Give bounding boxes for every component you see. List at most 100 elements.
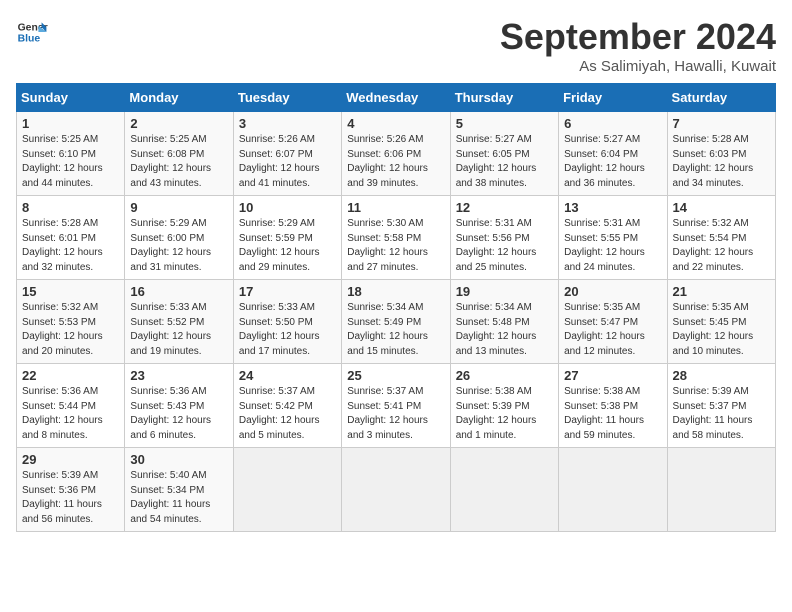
calendar-cell: 22 Sunrise: 5:36 AMSunset: 5:44 PMDayligh… <box>17 364 125 448</box>
calendar-cell: 4 Sunrise: 5:26 AMSunset: 6:06 PMDaylight… <box>342 112 450 196</box>
day-detail: Sunrise: 5:32 AMSunset: 5:54 PMDaylight:… <box>673 217 770 275</box>
day-detail: Sunrise: 5:29 AMSunset: 6:00 PMDaylight:… <box>130 217 227 275</box>
day-detail: Sunrise: 5:25 AMSunset: 6:10 PMDaylight:… <box>22 133 119 191</box>
calendar-week: 15 Sunrise: 5:32 AMSunset: 5:53 PMDayligh… <box>17 280 776 364</box>
month-title: September 2024 <box>500 16 776 58</box>
day-detail: Sunrise: 5:34 AMSunset: 5:49 PMDaylight:… <box>347 301 444 359</box>
calendar-week: 29 Sunrise: 5:39 AMSunset: 5:36 PMDayligh… <box>17 448 776 532</box>
header-day: Sunday <box>17 84 125 112</box>
header-day: Wednesday <box>342 84 450 112</box>
day-number: 15 <box>22 284 119 299</box>
day-number: 12 <box>456 200 553 215</box>
calendar-cell: 13 Sunrise: 5:31 AMSunset: 5:55 PMDayligh… <box>559 196 667 280</box>
day-detail: Sunrise: 5:40 AMSunset: 5:34 PMDaylight:… <box>130 469 227 527</box>
day-number: 6 <box>564 116 661 131</box>
day-number: 17 <box>239 284 336 299</box>
day-detail: Sunrise: 5:28 AMSunset: 6:03 PMDaylight:… <box>673 133 770 191</box>
calendar-table: SundayMondayTuesdayWednesdayThursdayFrid… <box>16 83 776 532</box>
day-detail: Sunrise: 5:30 AMSunset: 5:58 PMDaylight:… <box>347 217 444 275</box>
calendar-cell: 1 Sunrise: 5:25 AMSunset: 6:10 PMDaylight… <box>17 112 125 196</box>
day-detail: Sunrise: 5:37 AMSunset: 5:42 PMDaylight:… <box>239 385 336 443</box>
day-detail: Sunrise: 5:38 AMSunset: 5:39 PMDaylight:… <box>456 385 553 443</box>
day-detail: Sunrise: 5:33 AMSunset: 5:50 PMDaylight:… <box>239 301 336 359</box>
day-number: 19 <box>456 284 553 299</box>
day-number: 16 <box>130 284 227 299</box>
calendar-cell: 9 Sunrise: 5:29 AMSunset: 6:00 PMDaylight… <box>125 196 233 280</box>
day-detail: Sunrise: 5:36 AMSunset: 5:43 PMDaylight:… <box>130 385 227 443</box>
location-subtitle: As Salimiyah, Hawalli, Kuwait <box>500 58 776 75</box>
day-detail: Sunrise: 5:26 AMSunset: 6:06 PMDaylight:… <box>347 133 444 191</box>
day-number: 23 <box>130 368 227 383</box>
calendar-week: 8Sunrise: 5:28 AMSunset: 6:01 PMDaylight… <box>17 196 776 280</box>
day-number: 28 <box>673 368 770 383</box>
day-detail: Sunrise: 5:29 AMSunset: 5:59 PMDaylight:… <box>239 217 336 275</box>
day-detail: Sunrise: 5:31 AMSunset: 5:55 PMDaylight:… <box>564 217 661 275</box>
day-detail: Sunrise: 5:27 AMSunset: 6:05 PMDaylight:… <box>456 133 553 191</box>
calendar-cell <box>342 448 450 532</box>
logo-icon: General Blue <box>16 16 48 48</box>
day-number: 29 <box>22 452 119 467</box>
calendar-cell: 20Sunrise: 5:35 AMSunset: 5:47 PMDayligh… <box>559 280 667 364</box>
title-area: September 2024 As Salimiyah, Hawalli, Ku… <box>500 16 776 75</box>
day-number: 10 <box>239 200 336 215</box>
day-number: 24 <box>239 368 336 383</box>
calendar-cell: 23 Sunrise: 5:36 AMSunset: 5:43 PMDayligh… <box>125 364 233 448</box>
day-detail: Sunrise: 5:39 AMSunset: 5:36 PMDaylight:… <box>22 469 119 527</box>
day-detail: Sunrise: 5:26 AMSunset: 6:07 PMDaylight:… <box>239 133 336 191</box>
header: General Blue September 2024 As Salimiyah… <box>16 16 776 75</box>
day-number: 7 <box>673 116 770 131</box>
day-detail: Sunrise: 5:27 AMSunset: 6:04 PMDaylight:… <box>564 133 661 191</box>
calendar-cell: 2 Sunrise: 5:25 AMSunset: 6:08 PMDaylight… <box>125 112 233 196</box>
calendar-cell: 30Sunrise: 5:40 AMSunset: 5:34 PMDayligh… <box>125 448 233 532</box>
day-detail: Sunrise: 5:32 AMSunset: 5:53 PMDaylight:… <box>22 301 119 359</box>
day-number: 4 <box>347 116 444 131</box>
calendar-week: 22 Sunrise: 5:36 AMSunset: 5:44 PMDayligh… <box>17 364 776 448</box>
day-number: 9 <box>130 200 227 215</box>
calendar-cell: 7 Sunrise: 5:28 AMSunset: 6:03 PMDaylight… <box>667 112 775 196</box>
header-day: Monday <box>125 84 233 112</box>
calendar-cell: 21Sunrise: 5:35 AMSunset: 5:45 PMDayligh… <box>667 280 775 364</box>
day-number: 3 <box>239 116 336 131</box>
calendar-cell: 10 Sunrise: 5:29 AMSunset: 5:59 PMDayligh… <box>233 196 341 280</box>
calendar-cell <box>559 448 667 532</box>
calendar-cell: 6 Sunrise: 5:27 AMSunset: 6:04 PMDaylight… <box>559 112 667 196</box>
day-detail: Sunrise: 5:36 AMSunset: 5:44 PMDaylight:… <box>22 385 119 443</box>
calendar-cell: 18 Sunrise: 5:34 AMSunset: 5:49 PMDayligh… <box>342 280 450 364</box>
calendar-cell: 17 Sunrise: 5:33 AMSunset: 5:50 PMDayligh… <box>233 280 341 364</box>
header-day: Tuesday <box>233 84 341 112</box>
calendar-cell: 11 Sunrise: 5:30 AMSunset: 5:58 PMDayligh… <box>342 196 450 280</box>
day-number: 1 <box>22 116 119 131</box>
calendar-cell: 16 Sunrise: 5:33 AMSunset: 5:52 PMDayligh… <box>125 280 233 364</box>
day-detail: Sunrise: 5:28 AMSunset: 6:01 PMDaylight:… <box>22 217 119 275</box>
day-number: 22 <box>22 368 119 383</box>
day-number: 2 <box>130 116 227 131</box>
day-number: 13 <box>564 200 661 215</box>
calendar-week: 1 Sunrise: 5:25 AMSunset: 6:10 PMDaylight… <box>17 112 776 196</box>
day-detail: Sunrise: 5:33 AMSunset: 5:52 PMDaylight:… <box>130 301 227 359</box>
day-number: 27 <box>564 368 661 383</box>
day-detail: Sunrise: 5:25 AMSunset: 6:08 PMDaylight:… <box>130 133 227 191</box>
day-detail: Sunrise: 5:35 AMSunset: 5:47 PMDaylight:… <box>564 301 661 359</box>
calendar-cell: 12 Sunrise: 5:31 AMSunset: 5:56 PMDayligh… <box>450 196 558 280</box>
calendar-cell: 3 Sunrise: 5:26 AMSunset: 6:07 PMDaylight… <box>233 112 341 196</box>
calendar-cell: 14 Sunrise: 5:32 AMSunset: 5:54 PMDayligh… <box>667 196 775 280</box>
logo: General Blue <box>16 16 48 48</box>
day-number: 11 <box>347 200 444 215</box>
calendar-cell: 26Sunrise: 5:38 AMSunset: 5:39 PMDayligh… <box>450 364 558 448</box>
calendar-cell: 25 Sunrise: 5:37 AMSunset: 5:41 PMDayligh… <box>342 364 450 448</box>
day-number: 25 <box>347 368 444 383</box>
calendar-cell <box>233 448 341 532</box>
svg-text:Blue: Blue <box>18 34 41 45</box>
calendar-cell: 24 Sunrise: 5:37 AMSunset: 5:42 PMDayligh… <box>233 364 341 448</box>
day-detail: Sunrise: 5:37 AMSunset: 5:41 PMDaylight:… <box>347 385 444 443</box>
calendar-cell: 19Sunrise: 5:34 AMSunset: 5:48 PMDayligh… <box>450 280 558 364</box>
day-detail: Sunrise: 5:31 AMSunset: 5:56 PMDaylight:… <box>456 217 553 275</box>
calendar-cell: 27Sunrise: 5:38 AMSunset: 5:38 PMDayligh… <box>559 364 667 448</box>
day-number: 14 <box>673 200 770 215</box>
day-number: 21 <box>673 284 770 299</box>
header-row: SundayMondayTuesdayWednesdayThursdayFrid… <box>17 84 776 112</box>
header-day: Thursday <box>450 84 558 112</box>
day-number: 18 <box>347 284 444 299</box>
header-day: Friday <box>559 84 667 112</box>
calendar-cell: 5Sunrise: 5:27 AMSunset: 6:05 PMDaylight… <box>450 112 558 196</box>
